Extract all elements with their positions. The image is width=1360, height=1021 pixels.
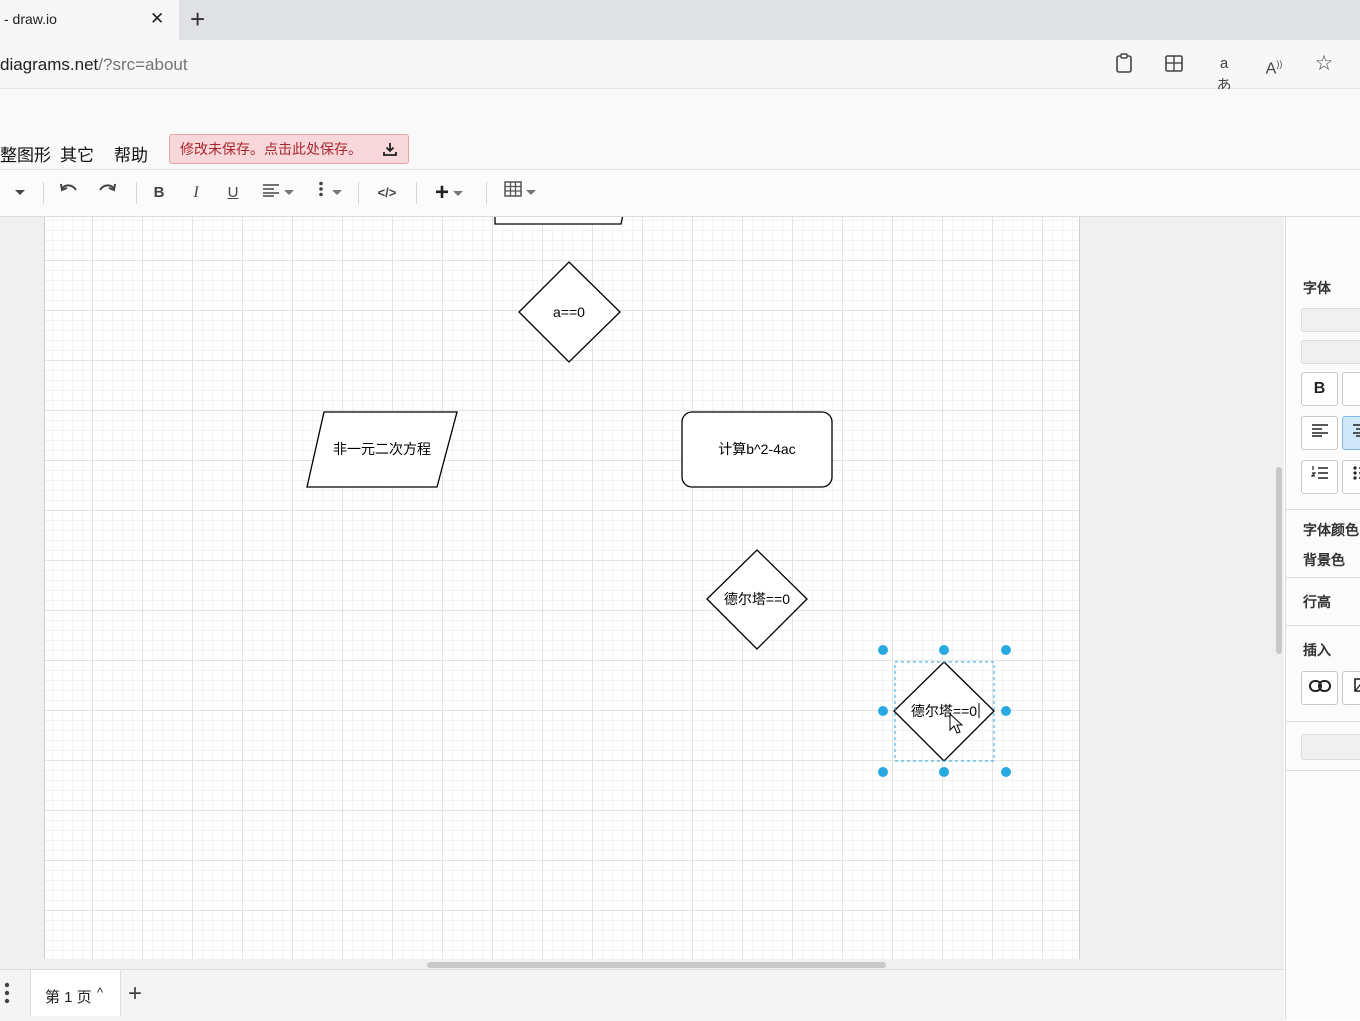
- panel-divider: [1286, 577, 1360, 578]
- format-italic-button[interactable]: [1342, 372, 1360, 406]
- underline-button[interactable]: U: [224, 181, 242, 205]
- align-left-icon: [262, 183, 280, 197]
- font-size-input[interactable]: [1301, 340, 1360, 364]
- toolbar-divider: [136, 182, 137, 204]
- download-icon: [382, 135, 398, 163]
- numbered-list-icon: [1311, 465, 1329, 481]
- pages-menu-icon[interactable]: [4, 982, 10, 1009]
- format-panel: 字体 B 字体颜色 背景色 行高 插入: [1285, 217, 1360, 1020]
- toolbar-divider: [486, 182, 487, 204]
- zoom-dropdown-caret-icon[interactable]: [8, 181, 28, 205]
- shape-label-editing[interactable]: 德尔塔==0: [911, 703, 977, 719]
- align-center-icon: [1352, 423, 1360, 437]
- align-left-icon: [1311, 423, 1329, 437]
- diagram-canvas[interactable]: a==0 非一元二次方程 计算b^2-4ac 德尔塔==0 德尔塔==: [0, 217, 1284, 969]
- new-tab-icon[interactable]: +: [190, 5, 205, 33]
- format-align-center-button[interactable]: [1342, 416, 1360, 450]
- toolbar-divider: [416, 182, 417, 204]
- resize-handle-s[interactable]: [939, 767, 949, 777]
- favorite-star-icon[interactable]: ☆: [1313, 53, 1335, 75]
- app-menubar: 整图形 其它 帮助 修改未保存。点击此处保存。: [0, 89, 1360, 170]
- menu-extras[interactable]: 其它: [60, 141, 94, 166]
- resize-handle-e[interactable]: [1001, 706, 1011, 716]
- tab-title: - draw.io: [4, 11, 57, 27]
- numbered-list-button[interactable]: [1301, 460, 1338, 494]
- resize-handle-w[interactable]: [878, 706, 888, 716]
- panel-divider: [1286, 509, 1360, 510]
- shape-label: 德尔塔==0: [724, 591, 790, 607]
- insert-image-button[interactable]: [1342, 671, 1360, 705]
- shape-label: 计算b^2-4ac: [718, 441, 795, 457]
- insert-link-button[interactable]: [1301, 671, 1338, 705]
- bullet-list-button[interactable]: [1342, 460, 1360, 494]
- toolbar-divider: [43, 182, 44, 204]
- link-icon: [1309, 680, 1331, 692]
- translate-icon[interactable]: aあ: [1213, 53, 1235, 75]
- rhombus-shape-delta-equals-zero[interactable]: 德尔塔==0: [707, 550, 807, 649]
- edit-data-button[interactable]: [1301, 734, 1360, 760]
- page-tab-label: 第 1 页: [45, 986, 92, 1007]
- parallelogram-shape-not-quadratic[interactable]: 非一元二次方程: [307, 412, 457, 487]
- panel-divider: [1286, 721, 1360, 722]
- clipboard-icon[interactable]: [1113, 53, 1135, 75]
- italic-button[interactable]: I: [187, 181, 205, 205]
- shape-label: 非一元二次方程: [333, 441, 431, 457]
- image-icon: [1354, 678, 1360, 692]
- rounded-rect-shape-compute-discriminant[interactable]: 计算b^2-4ac: [682, 412, 832, 487]
- resize-handle-ne[interactable]: [1001, 645, 1011, 655]
- font-section-label: 字体: [1303, 278, 1331, 298]
- diagram-page[interactable]: a==0 非一元二次方程 计算b^2-4ac 德尔塔==0 德尔塔==: [44, 217, 1080, 959]
- horizontal-scrollbar[interactable]: [427, 962, 886, 968]
- split-screen-icon[interactable]: [1163, 53, 1185, 75]
- browser-tabstrip: - draw.io ✕ +: [0, 0, 1360, 40]
- insert-dropdown[interactable]: +: [427, 181, 471, 205]
- menu-help[interactable]: 帮助: [114, 141, 148, 166]
- table-icon: [504, 181, 522, 197]
- menu-arrange[interactable]: 整图形: [0, 141, 51, 166]
- bullet-list-icon: [1352, 465, 1360, 481]
- insert-section-label: 插入: [1303, 640, 1331, 660]
- redo-icon[interactable]: [96, 181, 118, 205]
- toolbar-divider: [358, 182, 359, 204]
- url-host: diagrams.net: [0, 55, 98, 74]
- url-text[interactable]: diagrams.net/?src=about: [0, 55, 188, 75]
- font-color-label[interactable]: 字体颜色: [1303, 520, 1359, 540]
- html-code-button[interactable]: </>: [372, 181, 402, 205]
- plus-icon: +: [435, 179, 449, 206]
- format-bold-button[interactable]: B: [1301, 372, 1338, 406]
- shape-label: a==0: [553, 304, 585, 320]
- read-aloud-icon[interactable]: A)): [1263, 53, 1285, 75]
- browser-tab[interactable]: - draw.io ✕: [0, 0, 179, 40]
- resize-handle-se[interactable]: [1001, 767, 1011, 777]
- bold-button[interactable]: B: [150, 181, 168, 205]
- background-color-label[interactable]: 背景色: [1303, 550, 1345, 570]
- font-family-select[interactable]: [1301, 308, 1360, 332]
- align-dropdown[interactable]: [258, 181, 298, 205]
- rhombus-shape-selected[interactable]: 德尔塔==0: [894, 662, 994, 761]
- line-height-label: 行高: [1303, 592, 1331, 612]
- table-dropdown[interactable]: [500, 181, 540, 205]
- add-page-icon[interactable]: +: [128, 980, 142, 1008]
- page-tab-1[interactable]: 第 1 页 ^: [30, 970, 121, 1016]
- unsaved-changes-banner[interactable]: 修改未保存。点击此处保存。: [169, 134, 409, 164]
- unsaved-changes-text: 修改未保存。点击此处保存。: [180, 141, 362, 157]
- vertical-dots-icon: [318, 181, 324, 197]
- address-bar[interactable]: diagrams.net/?src=about: [0, 40, 1360, 89]
- undo-icon[interactable]: [58, 181, 80, 205]
- vertical-align-dropdown[interactable]: [312, 181, 348, 205]
- format-align-left-button[interactable]: [1301, 416, 1338, 450]
- parallelogram-shape-top[interactable]: [495, 217, 625, 224]
- page-tabs-bar: 第 1 页 ^ +: [0, 969, 1284, 1021]
- resize-handle-nw[interactable]: [878, 645, 888, 655]
- toolbar: B I U </> +: [0, 170, 1360, 217]
- vertical-scrollbar[interactable]: [1276, 467, 1282, 654]
- url-path: /?src=about: [98, 55, 187, 74]
- close-tab-icon[interactable]: ✕: [150, 9, 164, 29]
- chevron-up-icon[interactable]: ^: [97, 985, 103, 1000]
- panel-divider: [1286, 770, 1360, 771]
- panel-divider: [1286, 625, 1360, 626]
- resize-handle-sw[interactable]: [878, 767, 888, 777]
- rhombus-shape-a-equals-zero[interactable]: a==0: [519, 262, 620, 362]
- resize-handle-n[interactable]: [939, 645, 949, 655]
